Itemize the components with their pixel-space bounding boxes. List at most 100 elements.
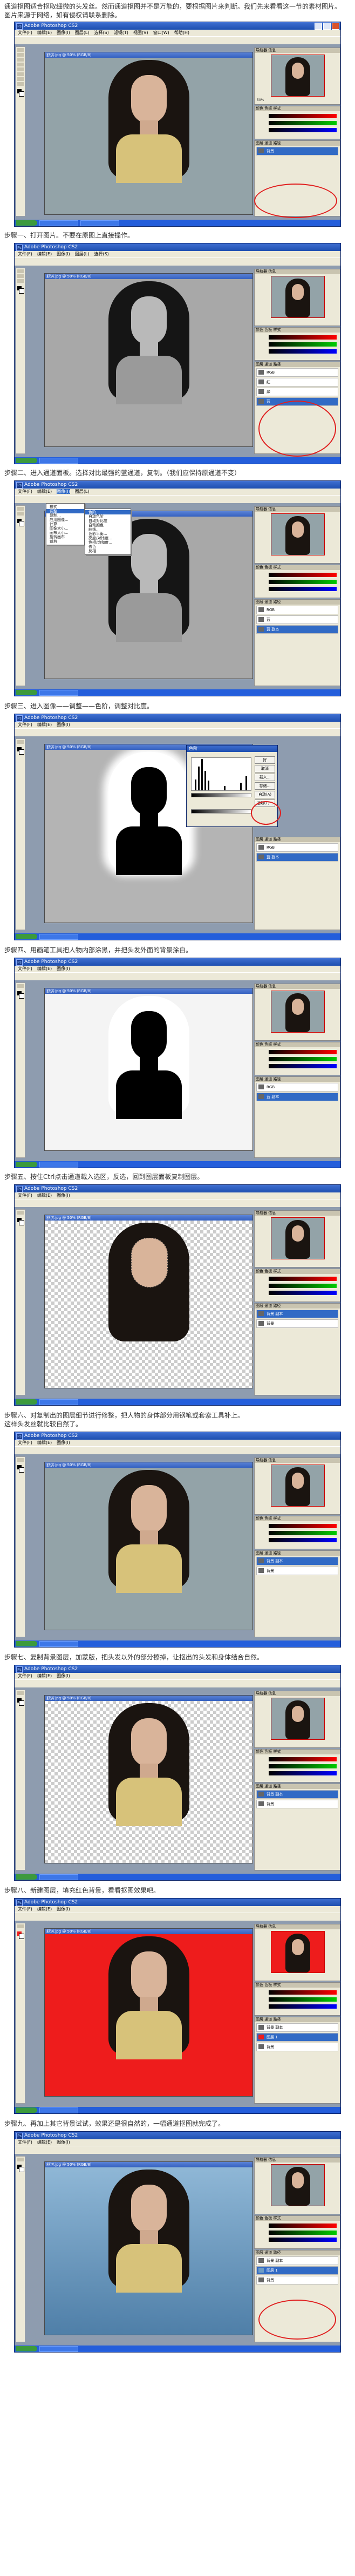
menu-image[interactable]: 图像(I) <box>57 1193 70 1198</box>
menu-view[interactable]: 视图(V) <box>133 30 148 35</box>
options-bar[interactable] <box>15 728 340 737</box>
layer-row-copy[interactable]: 背景 副本 <box>256 1557 338 1565</box>
navigator-thumbnail[interactable] <box>271 1465 325 1507</box>
menu-item[interactable]: 曲线... <box>85 527 131 532</box>
navigator-palette[interactable]: 导航器 信息 <box>254 1458 340 1515</box>
options-bar[interactable] <box>15 495 340 504</box>
options-bar[interactable] <box>15 1679 340 1688</box>
menu-file[interactable]: 文件(F) <box>18 1907 32 1911</box>
taskbar-item[interactable] <box>39 1874 78 1880</box>
menu-item-adjust[interactable]: 调整 <box>46 509 84 513</box>
channel-row-rgb[interactable]: RGB <box>256 1083 338 1092</box>
menu-image[interactable]: 图像(I) <box>57 1440 70 1445</box>
start-button[interactable] <box>16 220 37 226</box>
toolbox[interactable] <box>16 982 25 1158</box>
background-color-swatch[interactable] <box>19 1700 24 1706</box>
move-tool-icon[interactable] <box>17 269 24 273</box>
color-palette[interactable]: 颜色 色板 样式 <box>254 2215 340 2249</box>
menu-item[interactable]: 裁剪 <box>46 539 84 544</box>
background-color-swatch[interactable] <box>19 2167 24 2172</box>
canvas[interactable] <box>45 1934 252 2096</box>
color-palette[interactable]: 颜色 色板 样式 <box>254 327 340 361</box>
start-button[interactable] <box>16 2346 37 2351</box>
background-color-swatch[interactable] <box>19 1934 24 1939</box>
canvas[interactable] <box>45 58 252 214</box>
toolbox[interactable] <box>16 268 25 454</box>
navigator-thumbnail[interactable] <box>271 276 325 318</box>
menu-help[interactable]: 帮助(H) <box>174 30 189 35</box>
background-color-swatch[interactable] <box>19 288 24 294</box>
menu-item[interactable]: 自动对比度 <box>85 519 131 523</box>
canvas[interactable] <box>45 279 252 446</box>
lasso-tool-icon[interactable] <box>17 279 24 283</box>
marquee-tool-icon[interactable] <box>17 53 24 57</box>
taskbar-item[interactable] <box>39 2346 78 2352</box>
toolbox[interactable] <box>16 1923 25 2104</box>
navigator-thumbnail[interactable] <box>271 991 325 1033</box>
window-buttons[interactable] <box>315 23 339 30</box>
toolbox[interactable] <box>16 2156 25 2342</box>
color-palette[interactable]: 颜色 色板 样式 <box>254 1982 340 2016</box>
color-palette[interactable]: 颜色 色板 样式 <box>254 1516 340 1549</box>
layer-row-red[interactable]: 图层 1 <box>256 2033 338 2042</box>
menu-item[interactable]: 反相 <box>85 549 131 553</box>
menu-layer[interactable]: 图层(L) <box>75 252 90 256</box>
lasso-tool-icon[interactable] <box>17 58 24 62</box>
document-window[interactable]: 舒淇.jpg @ 50% (RGB/8) <box>44 988 253 1151</box>
color-palette[interactable]: 颜色 色板 样式 <box>254 1042 340 1075</box>
menu-item-levels[interactable]: 色阶... <box>85 510 131 514</box>
color-tabs[interactable]: 颜色 色板 样式 <box>255 2216 340 2221</box>
layer-row-copy[interactable]: 背景 副本 <box>256 1790 338 1799</box>
menu-layer[interactable]: 图层(L) <box>75 30 90 35</box>
channel-row-blue-copy[interactable]: 蓝 副本 <box>256 853 338 862</box>
start-button[interactable] <box>16 1162 37 1167</box>
menu-edit[interactable]: 编辑(E) <box>37 2140 52 2145</box>
layers-tabs[interactable]: 图层 通道 路径 <box>255 141 340 146</box>
layer-row-bg[interactable]: 背景 <box>256 1567 338 1575</box>
start-button[interactable] <box>16 458 37 463</box>
bucket-tool-icon[interactable] <box>17 1924 24 1928</box>
navigator-tabs[interactable]: 导航器 信息 <box>255 48 340 53</box>
background-color-swatch[interactable] <box>19 521 24 526</box>
canvas[interactable] <box>45 1701 252 1863</box>
document-window[interactable]: 舒淇.jpg @ 50% (RGB/8) <box>44 273 253 447</box>
navigator-tabs[interactable]: 导航器 信息 <box>255 1924 340 1929</box>
navigator-thumbnail[interactable] <box>271 2164 325 2206</box>
canvas[interactable] <box>45 994 252 1150</box>
background-color-swatch[interactable] <box>19 1220 24 1225</box>
document-window[interactable]: 舒淇.jpg @ 50% (RGB/8) <box>44 1462 253 1630</box>
move-tool-icon[interactable] <box>17 2158 24 2161</box>
start-button[interactable] <box>16 1399 37 1405</box>
taskbar-item[interactable] <box>39 1641 78 1647</box>
brush-tool-icon[interactable] <box>17 72 24 76</box>
crop-tool-icon[interactable] <box>17 67 24 71</box>
move-tool-icon[interactable] <box>17 507 24 511</box>
red-slider[interactable] <box>269 114 337 118</box>
navigator-palette[interactable]: 导航器 信息 <box>254 1924 340 1981</box>
layers-tabs[interactable]: 图层 通道 路径 <box>255 2017 340 2022</box>
green-slider[interactable] <box>269 342 337 347</box>
red-slider[interactable] <box>269 335 337 340</box>
menu-item[interactable]: 图像大小... <box>46 526 84 531</box>
navigator-palette[interactable]: 导航器 信息 <box>254 2157 340 2214</box>
navigator-tabs[interactable]: 导航器 信息 <box>255 1458 340 1463</box>
channel-row-rgb[interactable]: RGB <box>256 843 338 852</box>
menu-item[interactable]: 自动色阶 <box>85 514 131 519</box>
navigator-thumbnail[interactable] <box>271 513 325 555</box>
options-bar[interactable] <box>15 36 340 45</box>
menu-file[interactable]: 文件(F) <box>18 966 32 971</box>
auto-button[interactable]: 自动(A) <box>255 791 275 798</box>
navigator-thumbnail[interactable] <box>271 1217 325 1259</box>
close-icon[interactable] <box>332 23 339 30</box>
color-tabs[interactable]: 颜色 色板 样式 <box>255 328 340 333</box>
menu-item[interactable]: 画布大小... <box>46 531 84 535</box>
toolbox[interactable] <box>16 738 25 930</box>
menu-image[interactable]: 图像(I) <box>57 1907 70 1911</box>
save-button[interactable]: 存储... <box>255 782 275 790</box>
navigator-tabs[interactable]: 导航器 信息 <box>255 269 340 274</box>
layer-row-bg[interactable]: 背景 <box>256 1319 338 1328</box>
menu-edit[interactable]: 编辑(E) <box>37 489 52 494</box>
menu-edit[interactable]: 编辑(E) <box>37 30 52 35</box>
input-levels-slider[interactable] <box>191 793 251 797</box>
blue-slider[interactable] <box>269 128 337 132</box>
